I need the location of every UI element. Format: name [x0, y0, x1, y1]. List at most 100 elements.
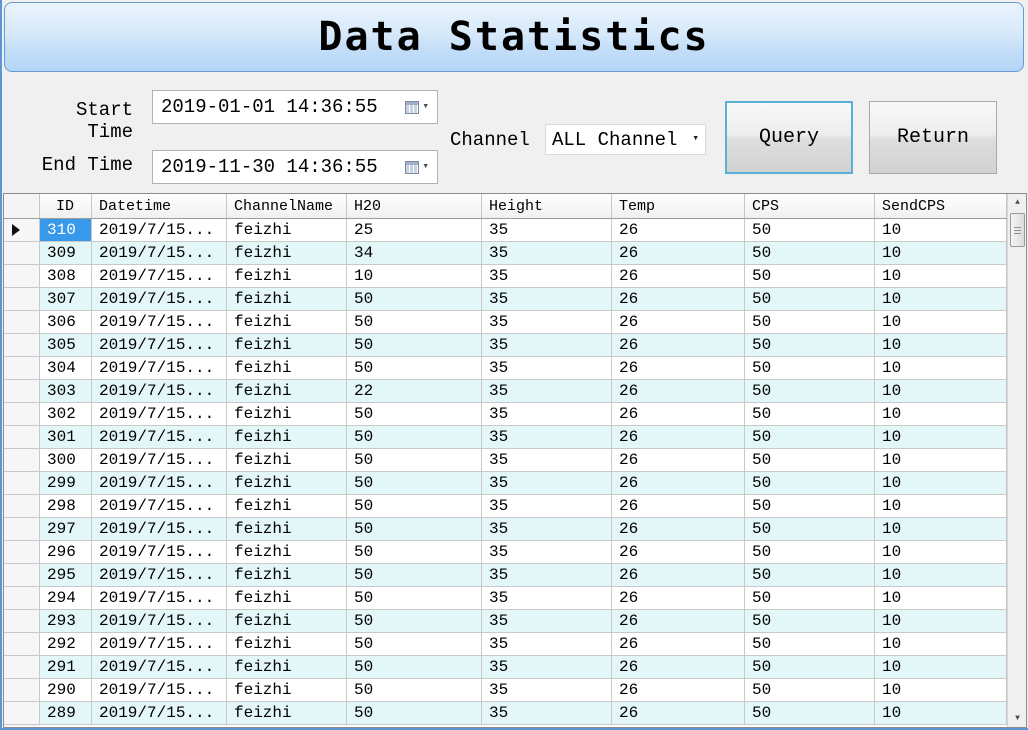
cell-cps[interactable]: 50: [745, 702, 875, 725]
cell-datetime[interactable]: 2019/7/15...: [92, 403, 227, 426]
table-row[interactable]: 308 2019/7/15... feizhi 10 35 26 50 10: [4, 265, 1007, 288]
cell-cps[interactable]: 50: [745, 357, 875, 380]
cell-sendcps[interactable]: 10: [875, 656, 1007, 679]
row-header-cell[interactable]: [4, 472, 40, 495]
cell-id[interactable]: 298: [40, 495, 92, 518]
cell-id[interactable]: 304: [40, 357, 92, 380]
cell-h2o[interactable]: 50: [347, 610, 482, 633]
cell-h2o[interactable]: 50: [347, 426, 482, 449]
cell-id[interactable]: 307: [40, 288, 92, 311]
cell-height[interactable]: 35: [482, 564, 612, 587]
row-header-cell[interactable]: [4, 541, 40, 564]
cell-channelname[interactable]: feizhi: [227, 403, 347, 426]
row-header-cell[interactable]: [4, 610, 40, 633]
cell-id[interactable]: 290: [40, 679, 92, 702]
cell-sendcps[interactable]: 10: [875, 587, 1007, 610]
cell-id[interactable]: 306: [40, 311, 92, 334]
cell-temp[interactable]: 26: [612, 472, 745, 495]
table-row[interactable]: 307 2019/7/15... feizhi 50 35 26 50 10: [4, 288, 1007, 311]
cell-datetime[interactable]: 2019/7/15...: [92, 702, 227, 725]
cell-channelname[interactable]: feizhi: [227, 702, 347, 725]
column-header-id[interactable]: ID: [40, 194, 92, 218]
cell-height[interactable]: 35: [482, 472, 612, 495]
cell-h2o[interactable]: 25: [347, 219, 482, 242]
cell-sendcps[interactable]: 10: [875, 288, 1007, 311]
cell-height[interactable]: 35: [482, 656, 612, 679]
cell-temp[interactable]: 26: [612, 610, 745, 633]
cell-channelname[interactable]: feizhi: [227, 587, 347, 610]
row-header-cell[interactable]: [4, 219, 40, 242]
cell-temp[interactable]: 26: [612, 334, 745, 357]
table-row[interactable]: 293 2019/7/15... feizhi 50 35 26 50 10: [4, 610, 1007, 633]
cell-height[interactable]: 35: [482, 380, 612, 403]
cell-temp[interactable]: 26: [612, 587, 745, 610]
cell-h2o[interactable]: 50: [347, 472, 482, 495]
cell-channelname[interactable]: feizhi: [227, 541, 347, 564]
cell-height[interactable]: 35: [482, 311, 612, 334]
cell-temp[interactable]: 26: [612, 219, 745, 242]
cell-h2o[interactable]: 22: [347, 380, 482, 403]
cell-id[interactable]: 302: [40, 403, 92, 426]
cell-datetime[interactable]: 2019/7/15...: [92, 564, 227, 587]
column-header-height[interactable]: Height: [482, 194, 612, 218]
cell-channelname[interactable]: feizhi: [227, 219, 347, 242]
cell-datetime[interactable]: 2019/7/15...: [92, 357, 227, 380]
row-header-cell[interactable]: [4, 564, 40, 587]
row-header-cell[interactable]: [4, 242, 40, 265]
row-header-cell[interactable]: [4, 265, 40, 288]
cell-temp[interactable]: 26: [612, 656, 745, 679]
cell-sendcps[interactable]: 10: [875, 449, 1007, 472]
cell-height[interactable]: 35: [482, 334, 612, 357]
table-row[interactable]: 305 2019/7/15... feizhi 50 35 26 50 10: [4, 334, 1007, 357]
channel-select[interactable]: ALL Channel ▾: [545, 124, 706, 155]
cell-datetime[interactable]: 2019/7/15...: [92, 518, 227, 541]
cell-height[interactable]: 35: [482, 633, 612, 656]
return-button[interactable]: Return: [869, 101, 997, 174]
cell-sendcps[interactable]: 10: [875, 518, 1007, 541]
cell-cps[interactable]: 50: [745, 656, 875, 679]
cell-temp[interactable]: 26: [612, 380, 745, 403]
cell-id[interactable]: 296: [40, 541, 92, 564]
row-header-cell[interactable]: [4, 495, 40, 518]
table-row[interactable]: 291 2019/7/15... feizhi 50 35 26 50 10: [4, 656, 1007, 679]
cell-temp[interactable]: 26: [612, 265, 745, 288]
cell-datetime[interactable]: 2019/7/15...: [92, 633, 227, 656]
row-header-cell[interactable]: [4, 311, 40, 334]
cell-height[interactable]: 35: [482, 403, 612, 426]
cell-temp[interactable]: 26: [612, 242, 745, 265]
cell-temp[interactable]: 26: [612, 518, 745, 541]
cell-temp[interactable]: 26: [612, 311, 745, 334]
cell-datetime[interactable]: 2019/7/15...: [92, 541, 227, 564]
end-time-picker[interactable]: 2019-11-30 14:36:55 ▾: [152, 150, 438, 184]
cell-id[interactable]: 301: [40, 426, 92, 449]
table-row[interactable]: 292 2019/7/15... feizhi 50 35 26 50 10: [4, 633, 1007, 656]
cell-channelname[interactable]: feizhi: [227, 564, 347, 587]
cell-datetime[interactable]: 2019/7/15...: [92, 265, 227, 288]
end-time-calendar-button[interactable]: ▾: [405, 160, 429, 174]
cell-height[interactable]: 35: [482, 219, 612, 242]
cell-cps[interactable]: 50: [745, 518, 875, 541]
cell-temp[interactable]: 26: [612, 495, 745, 518]
cell-sendcps[interactable]: 10: [875, 495, 1007, 518]
column-header-datetime[interactable]: Datetime: [92, 194, 227, 218]
cell-h2o[interactable]: 50: [347, 288, 482, 311]
cell-h2o[interactable]: 50: [347, 334, 482, 357]
cell-cps[interactable]: 50: [745, 380, 875, 403]
cell-sendcps[interactable]: 10: [875, 564, 1007, 587]
cell-h2o[interactable]: 10: [347, 265, 482, 288]
cell-channelname[interactable]: feizhi: [227, 633, 347, 656]
cell-channelname[interactable]: feizhi: [227, 288, 347, 311]
table-row[interactable]: 302 2019/7/15... feizhi 50 35 26 50 10: [4, 403, 1007, 426]
cell-cps[interactable]: 50: [745, 265, 875, 288]
cell-channelname[interactable]: feizhi: [227, 311, 347, 334]
cell-cps[interactable]: 50: [745, 495, 875, 518]
row-header-cell[interactable]: [4, 449, 40, 472]
cell-datetime[interactable]: 2019/7/15...: [92, 679, 227, 702]
cell-id[interactable]: 297: [40, 518, 92, 541]
cell-sendcps[interactable]: 10: [875, 242, 1007, 265]
cell-cps[interactable]: 50: [745, 449, 875, 472]
cell-sendcps[interactable]: 10: [875, 265, 1007, 288]
cell-h2o[interactable]: 50: [347, 564, 482, 587]
cell-channelname[interactable]: feizhi: [227, 334, 347, 357]
cell-datetime[interactable]: 2019/7/15...: [92, 426, 227, 449]
